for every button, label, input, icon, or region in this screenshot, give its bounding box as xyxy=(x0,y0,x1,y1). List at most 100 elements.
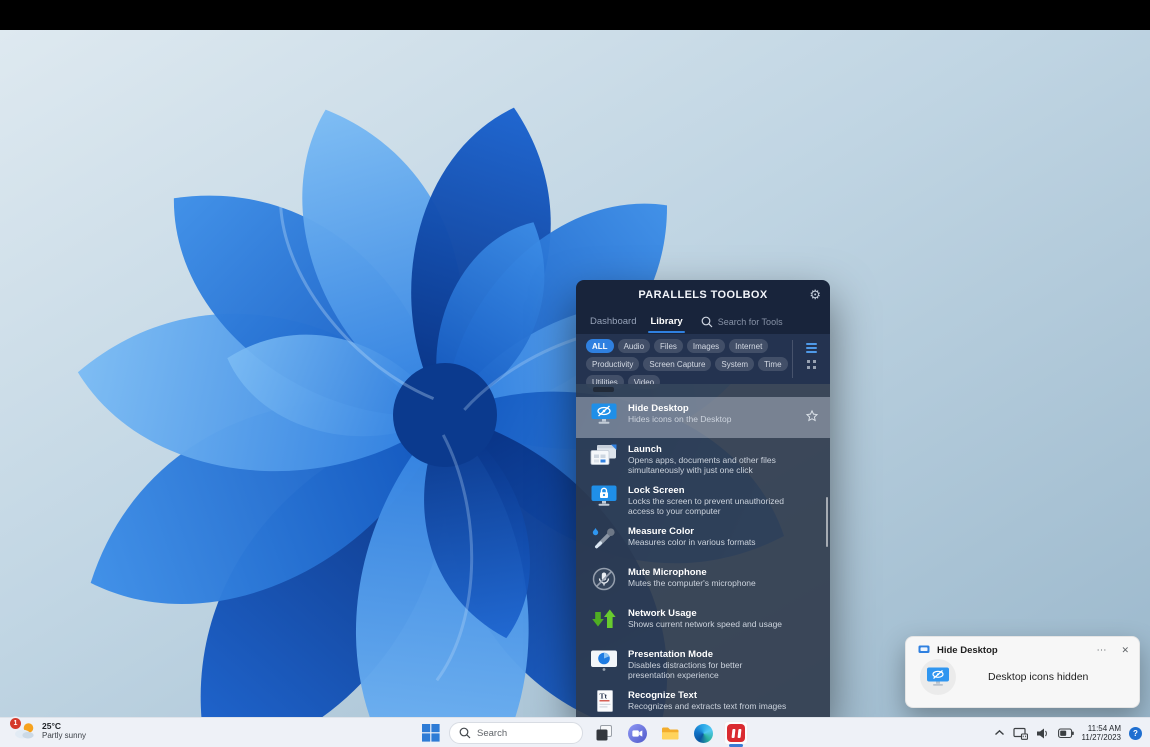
view-toggle-column xyxy=(792,340,830,378)
tool-row-recognize-text[interactable]: Tt Recognize Text Recognizes and extract… xyxy=(576,684,830,717)
chip-files[interactable]: Files xyxy=(654,339,683,353)
chip-images[interactable]: Images xyxy=(687,339,725,353)
tab-dashboard[interactable]: Dashboard xyxy=(590,316,636,329)
launch-icon xyxy=(589,443,619,467)
tools-list: Hide Desktop Hides icons on the Desktop … xyxy=(576,384,830,717)
tool-name: Network Usage xyxy=(628,608,820,619)
toast-message: Desktop icons hidden xyxy=(988,671,1088,683)
tab-library[interactable]: Library xyxy=(650,316,682,329)
tool-description: Shows current network speed and usage xyxy=(628,620,788,630)
settings-gear-icon[interactable]: ⚙ xyxy=(809,288,821,301)
toolbox-titlebar[interactable]: PARALLELS TOOLBOX ⚙ xyxy=(576,280,830,310)
tool-row-presentation-mode[interactable]: Presentation Mode Disables distractions … xyxy=(576,643,830,684)
tool-name: Recognize Text xyxy=(628,690,820,701)
tool-name: Hide Desktop xyxy=(628,403,820,414)
mute-microphone-icon xyxy=(589,566,619,591)
parallels-toolbox-window: PARALLELS TOOLBOX ⚙ Dashboard Library Se… xyxy=(576,280,830,717)
measure-color-icon xyxy=(589,525,619,550)
weather-alert-badge: 1 xyxy=(10,718,21,729)
taskbar: 1 25°C Partly sunny Search xyxy=(0,717,1150,747)
tool-description: Recognizes and extracts text from images xyxy=(628,702,788,712)
tool-name: Lock Screen xyxy=(628,485,820,496)
toast-tool-icon-circle xyxy=(920,659,956,695)
weather-widget[interactable]: 1 25°C Partly sunny xyxy=(14,721,86,740)
weather-icon: 1 xyxy=(14,722,36,740)
taskbar-app-parallels-toolbox[interactable] xyxy=(724,721,748,745)
taskbar-app-file-explorer[interactable] xyxy=(658,721,682,745)
tool-description: Disables distractions for better present… xyxy=(628,661,788,680)
tray-chevron-up-icon[interactable] xyxy=(994,729,1005,737)
lock-screen-icon xyxy=(589,484,619,507)
toast-title: Hide Desktop xyxy=(937,645,1096,656)
taskbar-app-edge[interactable] xyxy=(691,721,715,745)
toolbox-title: PARALLELS TOOLBOX xyxy=(576,289,830,301)
svg-text:Tt: Tt xyxy=(600,692,608,701)
tool-row-lock-screen[interactable]: Lock Screen Locks the screen to prevent … xyxy=(576,479,830,520)
hide-desktop-icon xyxy=(589,402,619,425)
toast-body: Desktop icons hidden xyxy=(906,659,1139,695)
list-view-icon[interactable] xyxy=(806,343,817,353)
task-view-icon xyxy=(595,724,613,742)
tool-row-network-usage[interactable]: Network Usage Shows current network spee… xyxy=(576,602,830,643)
tool-name: Mute Microphone xyxy=(628,567,820,578)
list-scrollbar[interactable] xyxy=(826,497,828,547)
chip-productivity[interactable]: Productivity xyxy=(586,357,639,371)
chip-screen-capture[interactable]: Screen Capture xyxy=(643,357,711,371)
tool-name: Launch xyxy=(628,444,820,455)
tool-name: Measure Color xyxy=(628,526,820,537)
presentation-mode-icon xyxy=(589,648,619,672)
volume-icon[interactable] xyxy=(1036,727,1050,740)
chip-internet[interactable]: Internet xyxy=(729,339,768,353)
tool-row-launch[interactable]: Launch Opens apps, documents and other f… xyxy=(576,438,830,479)
desktop-wallpaper xyxy=(0,30,1150,717)
battery-icon[interactable] xyxy=(1058,728,1074,739)
partially-scrolled-tool xyxy=(576,384,830,397)
toast-more-icon[interactable]: ⋯ xyxy=(1096,645,1107,656)
tools-search-placeholder: Search for Tools xyxy=(718,317,783,327)
taskbar-center: Search xyxy=(422,718,748,747)
taskbar-search[interactable]: Search xyxy=(449,722,583,744)
tool-row-measure-color[interactable]: Measure Color Measures color in various … xyxy=(576,520,830,561)
chip-time[interactable]: Time xyxy=(758,357,787,371)
edge-icon xyxy=(694,724,713,743)
tool-description: Hides icons on the Desktop xyxy=(628,415,788,425)
windows-bloom-wallpaper xyxy=(0,30,1150,717)
tool-row-hide-desktop[interactable]: Hide Desktop Hides icons on the Desktop xyxy=(576,397,830,438)
system-tray: 11:54 AM 11/27/2023 ? xyxy=(994,718,1142,747)
tool-description: Measures color in various formats xyxy=(628,538,788,548)
category-filter-bar: ALL Audio Files Images Internet Producti… xyxy=(576,334,830,384)
tool-description: Opens apps, documents and other files si… xyxy=(628,456,788,475)
search-icon xyxy=(701,316,713,328)
notification-toast: Hide Desktop ⋯ ✕ Desktop icons hidden xyxy=(905,636,1140,708)
recognize-text-icon: Tt xyxy=(589,689,619,713)
tool-description: Mutes the computer's microphone xyxy=(628,579,788,589)
network-usage-icon xyxy=(589,607,619,630)
chip-audio[interactable]: Audio xyxy=(618,339,650,353)
chip-system[interactable]: System xyxy=(715,357,754,371)
toast-close-icon[interactable]: ✕ xyxy=(1121,645,1129,656)
help-badge[interactable]: ? xyxy=(1129,727,1142,740)
windows-logo-icon xyxy=(422,724,440,742)
tool-row-mute-microphone[interactable]: Mute Microphone Mutes the computer's mic… xyxy=(576,561,830,602)
tools-search[interactable]: Search for Tools xyxy=(701,316,783,328)
parallels-toolbox-icon xyxy=(727,724,745,742)
taskbar-app-task-view[interactable] xyxy=(592,721,616,745)
network-icon[interactable] xyxy=(1013,727,1028,740)
toolbox-tabs: Dashboard Library Search for Tools xyxy=(576,310,830,334)
toast-header: Hide Desktop ⋯ ✕ xyxy=(906,637,1139,656)
grid-view-icon[interactable] xyxy=(807,360,816,369)
chip-all[interactable]: ALL xyxy=(586,339,614,353)
category-chips: ALL Audio Files Images Internet Producti… xyxy=(576,334,792,384)
clock[interactable]: 11:54 AM 11/27/2023 xyxy=(1082,724,1121,743)
toast-app-icon xyxy=(918,644,930,656)
taskbar-search-placeholder: Search xyxy=(477,728,507,739)
file-explorer-icon xyxy=(661,726,680,741)
hide-desktop-icon xyxy=(926,667,950,687)
taskbar-app-chat[interactable] xyxy=(625,721,649,745)
tool-name: Presentation Mode xyxy=(628,649,820,660)
screen: PARALLELS TOOLBOX ⚙ Dashboard Library Se… xyxy=(0,0,1150,747)
search-icon xyxy=(459,727,471,739)
start-button[interactable] xyxy=(422,724,440,742)
favorite-star-icon[interactable] xyxy=(805,409,819,428)
weather-condition: Partly sunny xyxy=(42,731,86,740)
